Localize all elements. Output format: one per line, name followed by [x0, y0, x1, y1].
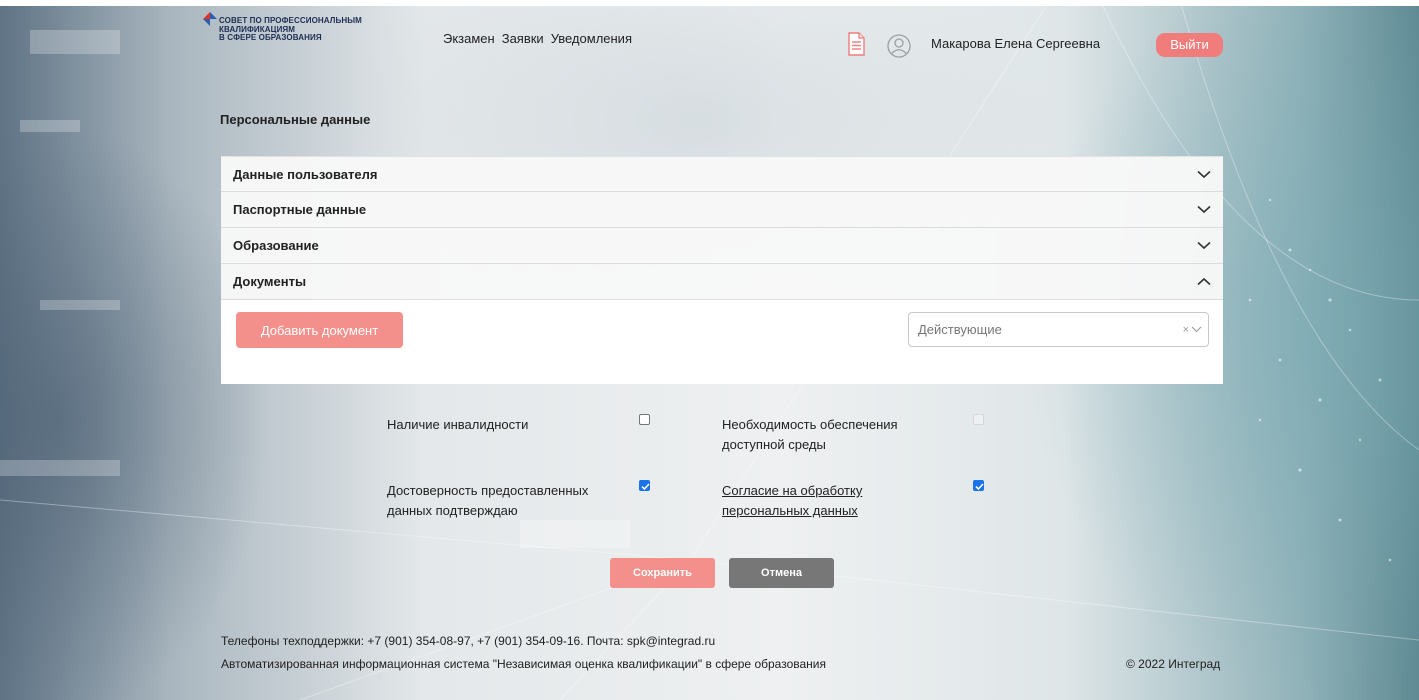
consent-link[interactable]: Согласие на обработку персональных данны…	[722, 481, 862, 521]
main-nav: Экзамен Заявки Уведомления	[443, 31, 632, 46]
logo-line-3: В СФЕРЕ ОБРАЗОВАНИЯ	[219, 33, 322, 42]
label-line-2: доступной среды	[722, 437, 826, 452]
chevron-down-icon	[1197, 202, 1211, 217]
nav-item-exam[interactable]: Экзамен	[443, 31, 495, 46]
chevron-down-icon[interactable]	[1191, 324, 1202, 336]
user-avatar-icon[interactable]	[887, 34, 911, 63]
system-name: Автоматизированная информационная систем…	[221, 657, 826, 671]
checkmark-icon	[975, 483, 984, 491]
chevron-down-icon	[1197, 238, 1211, 253]
top-strip	[0, 0, 1419, 6]
support-info: Телефоны техподдержки: +7 (901) 354-08-9…	[221, 634, 716, 648]
label-line-1: Необходимость обеспечения	[722, 417, 898, 432]
accordion-documents[interactable]: Документы	[221, 264, 1223, 300]
select-controls: ×	[1183, 324, 1202, 336]
accuracy-checkbox[interactable]	[639, 480, 650, 491]
logo-mark-icon	[203, 12, 217, 26]
accessible-env-checkbox[interactable]	[973, 414, 984, 425]
accuracy-label: Достоверность предоставленных данных под…	[387, 481, 588, 521]
chevron-down-icon	[1197, 167, 1211, 182]
accordion-education[interactable]: Образование	[221, 228, 1223, 264]
select-value: Действующие	[918, 322, 1002, 337]
chevron-up-icon	[1197, 274, 1211, 289]
accordion-title: Образование	[233, 238, 319, 253]
disability-label: Наличие инвалидности	[387, 417, 529, 432]
nav-item-notifications[interactable]: Уведомления	[551, 31, 632, 46]
nav-item-applications[interactable]: Заявки	[502, 31, 544, 46]
logo-text: СОВЕТ ПО ПРОФЕССИОНАЛЬНЫМ КВАЛИФИКАЦИЯМ …	[219, 16, 362, 43]
personal-data-accordion: Данные пользователя Паспортные данные Об…	[221, 156, 1223, 384]
document-icon[interactable]	[848, 32, 865, 61]
user-name[interactable]: Макарова Елена Сергеевна	[931, 36, 1100, 51]
logout-button[interactable]: Выйти	[1156, 33, 1223, 57]
accordion-user-data[interactable]: Данные пользователя	[221, 156, 1223, 192]
add-document-button[interactable]: Добавить документ	[236, 312, 403, 348]
document-status-select[interactable]: Действующие ×	[908, 312, 1209, 347]
logo[interactable]: СОВЕТ ПО ПРОФЕССИОНАЛЬНЫМ КВАЛИФИКАЦИЯМ …	[203, 12, 362, 43]
accordion-title: Данные пользователя	[233, 166, 378, 182]
accessible-env-label: Необходимость обеспечения доступной сред…	[722, 415, 898, 455]
accordion-title: Паспортные данные	[233, 202, 367, 217]
copyright: © 2022 Интеград	[1126, 657, 1221, 671]
disability-checkbox[interactable]	[639, 414, 650, 425]
cancel-button[interactable]: Отмена	[729, 558, 834, 588]
label-line-1: Достоверность предоставленных	[387, 483, 589, 498]
accordion-title: Документы	[233, 274, 307, 289]
documents-panel: Добавить документ Действующие ×	[221, 300, 1223, 384]
page-title: Персональные данные	[220, 112, 371, 127]
save-button[interactable]: Сохранить	[610, 558, 715, 588]
label-line-2: данных подтверждаю	[387, 503, 518, 518]
label-line-2: персональных данных	[722, 503, 858, 518]
clear-icon[interactable]: ×	[1183, 324, 1189, 336]
label-line-1: Согласие на обработку	[722, 483, 863, 498]
checkmark-icon	[641, 483, 650, 491]
consent-checkbox[interactable]	[973, 480, 984, 491]
accordion-passport-data[interactable]: Паспортные данные	[221, 192, 1223, 228]
